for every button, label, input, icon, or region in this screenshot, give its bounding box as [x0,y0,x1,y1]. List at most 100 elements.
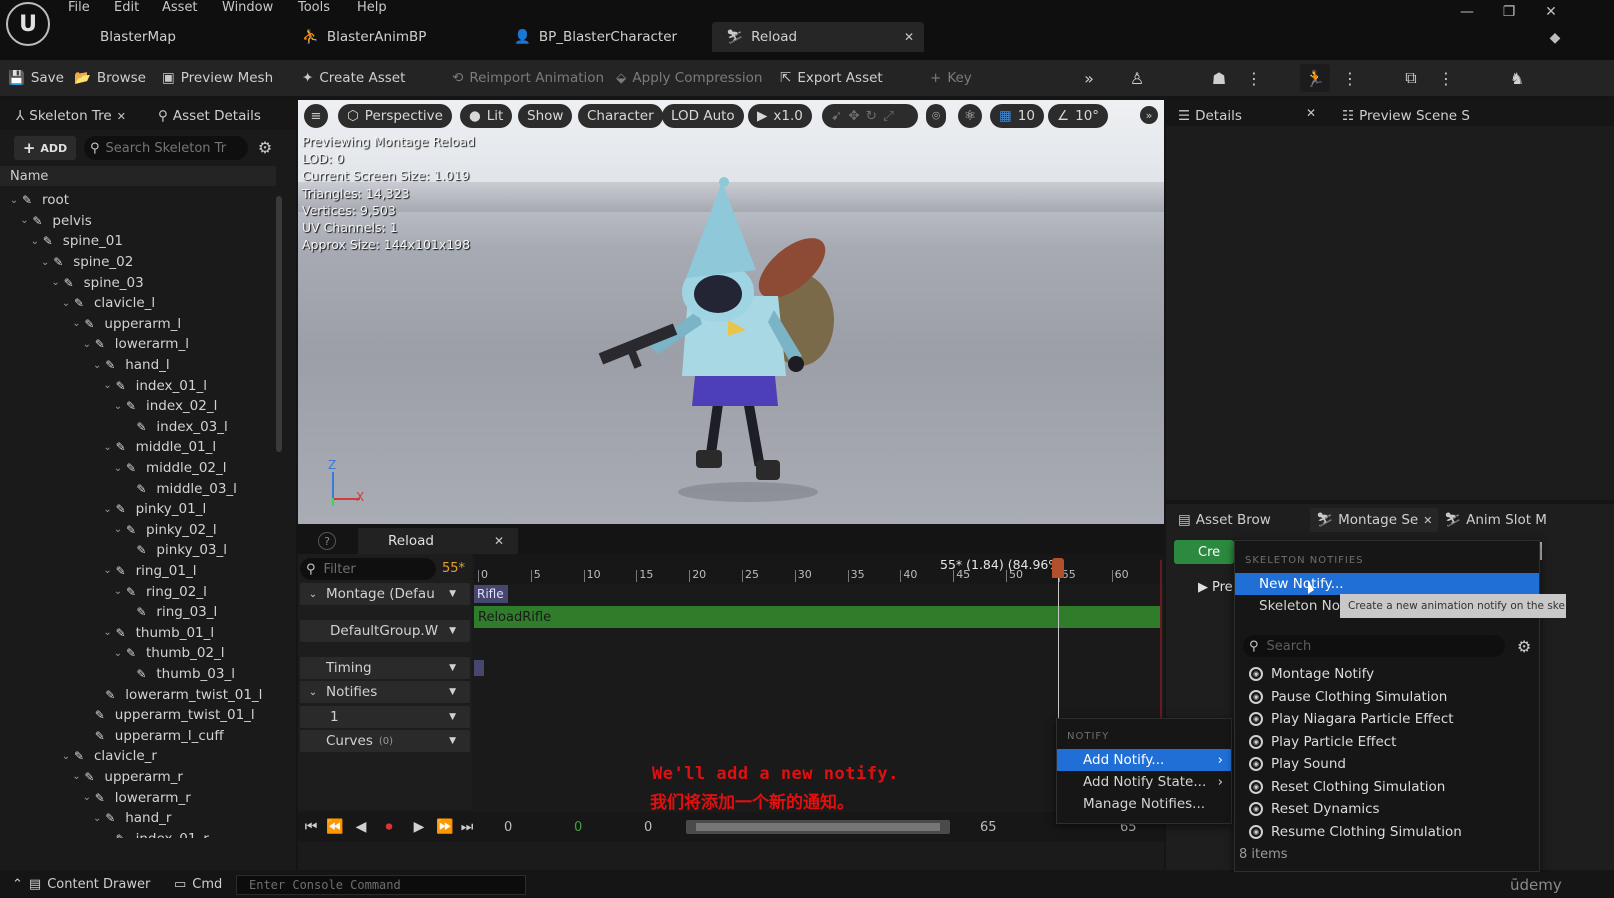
track-notify-1[interactable]: 1 ▼ [300,706,470,728]
track-montage[interactable]: ⌄ Montage (Defau ▼ [300,583,470,605]
chevron-down-icon[interactable]: ⌄ [102,504,114,515]
close-icon[interactable]: ✕ [494,534,504,548]
transport-green-value[interactable]: 0 [574,820,582,835]
chevron-down-icon[interactable]: ⌄ [102,442,114,453]
range-end-value[interactable]: 65 [980,820,997,835]
dropdown-icon[interactable]: ▼ [449,589,456,599]
bone-row[interactable]: ✎ upperarm_twist_01_l [0,705,282,726]
export-asset-button[interactable]: ⇱ Export Asset [780,66,883,90]
chevron-down-icon[interactable]: ⌄ [102,380,114,391]
chevron-down-icon[interactable]: ⌄ [29,236,41,247]
bone-row[interactable]: ⌄ ✎ pinky_02_l [0,520,282,541]
bone-row[interactable]: ⌄ ✎ clavicle_r [0,746,282,767]
chevron-down-icon[interactable]: ⌄ [102,565,114,576]
lit-button[interactable]: ● Lit [460,104,513,128]
chevron-down-icon[interactable]: ⌄ [112,648,124,659]
chevron-down-icon[interactable]: ⌄ [91,813,103,824]
transport-start-value[interactable]: 0 [504,820,512,835]
play-forward-icon[interactable]: ▶ [408,816,430,838]
tab-preview-scene[interactable]: ☷ Preview Scene S [1342,104,1470,128]
bone-row[interactable]: ✎ middle_03_l [0,478,282,499]
preview-mesh-button[interactable]: ▣ Preview Mesh [162,66,273,90]
animation-mode-options-icon[interactable]: ⋮ [1342,64,1358,92]
bone-row[interactable]: ⌄ ✎ pinky_01_l [0,499,282,520]
console-input[interactable]: Enter Console Command [236,875,526,895]
unreal-logo-icon[interactable]: U [6,2,50,46]
skip-to-end-icon[interactable]: ⏭ [456,816,478,838]
notify-class-item[interactable]: ◉ Reset Dynamics [1235,798,1539,821]
apply-compression-button[interactable]: ⬙ Apply Compression [616,66,762,90]
bone-row[interactable]: ⌄ ✎ ring_01_l [0,561,282,582]
close-icon[interactable]: ✕ [117,110,126,123]
dropdown-icon[interactable]: ▼ [449,712,456,722]
column-header-name[interactable]: Name [0,166,276,186]
notify-search-field[interactable]: ⚲ Search [1243,635,1505,657]
move-icon[interactable]: ✥ [848,108,859,124]
bone-row[interactable]: ⌄ ✎ clavicle_l [0,293,282,314]
content-drawer-button[interactable]: ⌃ ▤ Content Drawer [12,877,150,892]
chevron-down-icon[interactable]: ⌄ [50,277,62,288]
skip-to-start-icon[interactable]: ⏮ [300,816,322,838]
source-control-icon[interactable]: ◆ [1540,28,1570,48]
notify-class-item[interactable]: ◉ Play Niagara Particle Effect [1235,708,1539,731]
browse-button[interactable]: 📂 Browse [74,66,146,90]
step-forward-icon[interactable]: ⏩ [434,816,456,838]
window-close-icon[interactable]: ✕ [1536,2,1566,22]
preview-section-button[interactable]: ▶ Pre [1198,580,1233,595]
add-button[interactable]: + ADD [14,136,76,160]
notify-class-item[interactable]: ◉ Pause Clothing Simulation [1235,686,1539,709]
chevron-down-icon[interactable]: ⌄ [60,751,72,762]
bone-row[interactable]: ⌄✎ index_01_r [0,828,282,838]
chevron-down-icon[interactable]: ⌄ [81,792,93,803]
bone-row[interactable]: ⌄ ✎ root [0,190,282,211]
skeleton-mode-icon[interactable]: ♙ [1122,64,1152,92]
chevron-down-icon[interactable]: ⌄ [112,524,124,535]
bone-row[interactable]: ✎ pinky_03_l [0,540,282,561]
notify-class-item[interactable]: ◉ Reset Clothing Simulation [1235,776,1539,799]
notify-class-item[interactable]: ◉ Montage Notify [1235,663,1539,686]
dropdown-icon[interactable]: ▼ [449,736,456,746]
menu-asset[interactable]: Asset [162,0,198,15]
tab-asset-details[interactable]: ⚲ Asset Details [158,104,261,128]
show-button[interactable]: Show [518,104,573,128]
track-curves[interactable]: Curves (0) ▼ [300,730,470,752]
create-asset-button[interactable]: ✦ Create Asset [302,66,405,90]
bone-row[interactable]: ⌄ ✎ lowerarm_l [0,334,282,355]
tab-anim-slot[interactable]: ⛷ Anim Slot M [1444,508,1547,532]
slot-rifle-label[interactable]: Rifle [474,585,508,603]
rotation-snap-button[interactable]: ∠ 10° [1048,104,1109,128]
bone-row[interactable]: ⌄ ✎ thumb_02_l [0,643,282,664]
bone-row[interactable]: ✎ index_03_l [0,417,282,438]
chevron-down-icon[interactable]: ⌄ [39,257,51,268]
track-filter-field[interactable]: ⚲ Filter [300,558,436,580]
rotate-icon[interactable]: ↻ [866,108,877,124]
menu-window[interactable]: Window [222,0,273,15]
grid-snap-button[interactable]: ▦ 10 [990,104,1044,128]
bone-row[interactable]: ⌄ ✎ upperarm_l [0,314,282,335]
dropdown-icon[interactable]: ▼ [449,663,456,673]
chevron-down-icon[interactable]: ⌄ [112,586,124,597]
mesh-mode-options-icon[interactable]: ⋮ [1246,64,1262,92]
minimize-icon[interactable]: — [1452,2,1482,22]
bone-row[interactable]: ⌄ ✎ index_02_l [0,396,282,417]
bone-row[interactable]: ✎ upperarm_l_cuff [0,725,282,746]
playhead-handle[interactable] [1052,558,1064,578]
menu-item-add-notify[interactable]: Add Notify... › [1057,749,1231,771]
chevron-down-icon[interactable]: ⌄ [112,463,124,474]
tab-skeleton-tree[interactable]: ⅄ Skeleton Tre ✕ [16,104,126,128]
dropdown-icon[interactable]: ▼ [449,687,456,697]
notify-class-item[interactable]: ◉ Play Sound [1235,753,1539,776]
bone-row[interactable]: ⌄ ✎ spine_02 [0,252,282,273]
record-icon[interactable]: ⏺ [378,816,400,838]
bone-row[interactable]: ✎ lowerarm_twist_01_l [0,684,282,705]
viewport-expand-icon[interactable]: » [1140,106,1158,124]
reimport-animation-button[interactable]: ⟲ Reimport Animation [452,66,604,90]
mesh-mode-icon[interactable]: ☗ [1204,64,1234,92]
track-timing[interactable]: Timing ▼ [300,657,470,679]
doc-tab-blastermap[interactable]: BlasterMap [86,22,286,52]
menu-tools[interactable]: Tools [298,0,330,15]
range-slider-thumb[interactable] [696,823,940,831]
restore-icon[interactable]: ❐ [1494,2,1524,22]
toolbar-overflow-icon[interactable]: » [1074,64,1104,92]
lod-button[interactable]: LOD Auto [662,104,744,128]
